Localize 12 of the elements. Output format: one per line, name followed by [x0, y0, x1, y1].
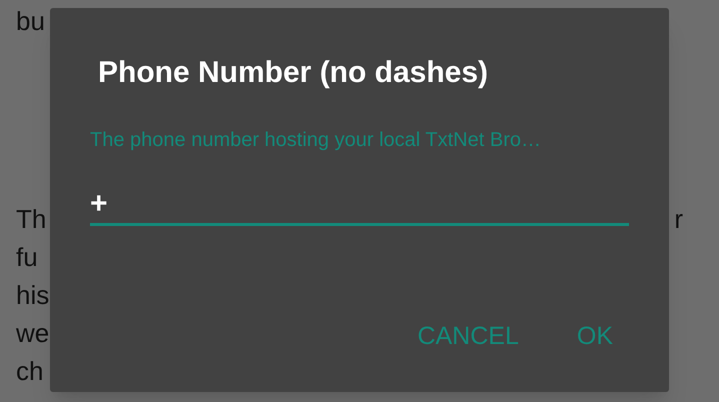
body-text: Th: [16, 206, 46, 232]
body-text: r: [674, 206, 683, 232]
body-text: we: [16, 320, 50, 346]
dialog-title: Phone Number (no dashes): [98, 58, 488, 88]
body-text: his: [16, 282, 50, 308]
hint-text: The phone number hosting your local TxtNet Bro…: [90, 130, 541, 150]
body-text: fu: [16, 244, 38, 270]
cancel-button[interactable]: CANCEL: [409, 318, 527, 355]
body-text: ch: [16, 358, 44, 384]
body-text: bu: [16, 8, 45, 34]
phone-input-field[interactable]: +: [90, 184, 629, 226]
ok-button[interactable]: OK: [568, 318, 621, 355]
